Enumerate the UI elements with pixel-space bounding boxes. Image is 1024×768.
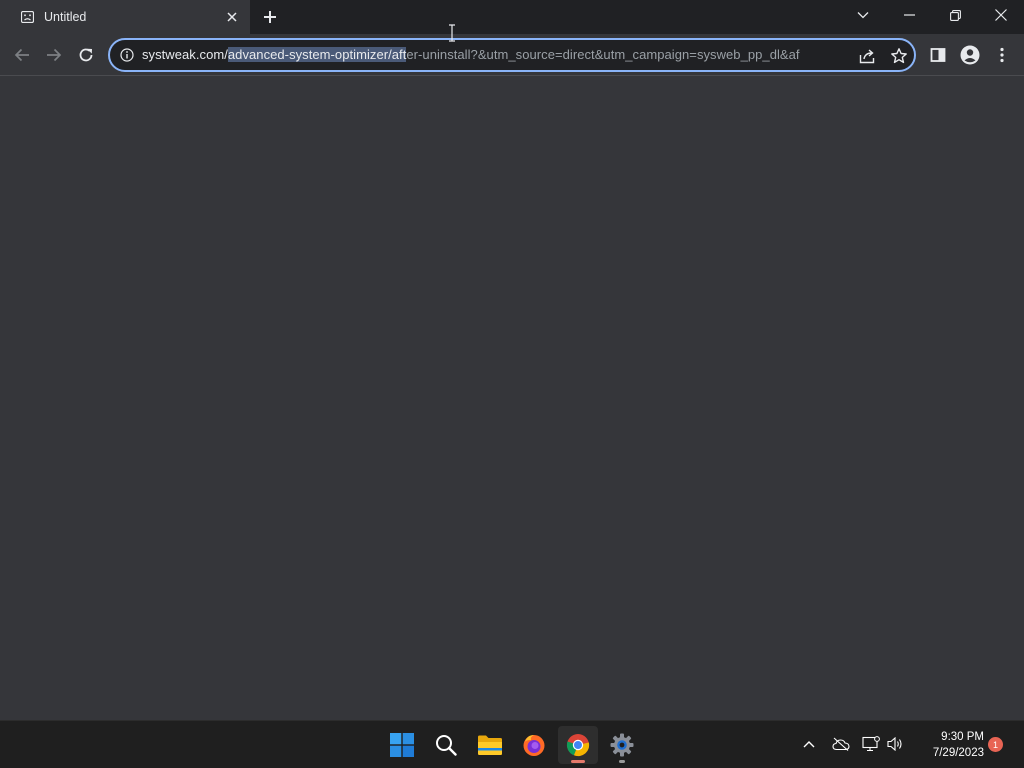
chevron-up-icon: [803, 741, 815, 748]
side-panel-icon: [930, 48, 946, 62]
share-icon[interactable]: [858, 47, 876, 65]
forward-button[interactable]: [40, 41, 68, 69]
minimize-button[interactable]: [886, 0, 932, 30]
text-cursor-icon: [449, 24, 455, 42]
tab-untitled[interactable]: Untitled: [0, 0, 250, 34]
reload-button[interactable]: [72, 41, 100, 69]
minimize-icon: [903, 14, 915, 16]
chrome-button[interactable]: [558, 726, 598, 764]
search-icon: [436, 735, 457, 756]
more-vertical-icon: [1000, 47, 1004, 63]
settings-button[interactable]: [602, 726, 642, 764]
tab-strip: Untitled: [0, 0, 1024, 34]
back-button[interactable]: [8, 41, 36, 69]
restore-icon: [949, 9, 961, 21]
start-button[interactable]: [382, 726, 422, 764]
arrow-left-icon: [14, 48, 29, 62]
running-app-indicator: [619, 760, 625, 763]
close-icon: [995, 9, 1007, 21]
url-selection: advanced-system-optimizer/aft: [227, 47, 407, 62]
taskbar: 9:30 PM 7/29/2023 1: [0, 720, 1024, 768]
url-host: systweak.com/: [142, 47, 228, 62]
folder-icon: [478, 735, 502, 755]
arrow-right-icon: [47, 48, 62, 62]
menu-button[interactable]: [988, 41, 1016, 69]
gear-icon: [610, 733, 634, 757]
onedrive-button[interactable]: [832, 735, 850, 753]
restore-button[interactable]: [932, 0, 978, 30]
address-bar[interactable]: systweak.com/advanced-system-optimizer/a…: [108, 38, 916, 72]
sad-page-icon: [21, 11, 34, 23]
clock-time: 9:30 PM: [941, 731, 984, 743]
cloud-offline-icon: [832, 737, 850, 751]
tab-title: Untitled: [44, 10, 87, 24]
notification-badge[interactable]: 1: [988, 737, 1003, 752]
tab-close-button[interactable]: [224, 9, 240, 25]
file-explorer-button[interactable]: [470, 726, 510, 764]
system-clock[interactable]: 9:30 PM 7/29/2023: [914, 729, 984, 761]
search-button[interactable]: [426, 726, 466, 764]
speaker-icon: [887, 737, 902, 751]
url-text[interactable]: systweak.com/advanced-system-optimizer/a…: [142, 47, 800, 62]
bookmark-star-icon[interactable]: [890, 47, 908, 65]
avatar-icon: [960, 45, 980, 65]
page-content: [0, 77, 1024, 720]
side-panel-button[interactable]: [924, 41, 952, 69]
windows-logo-icon: [390, 733, 414, 757]
volume-button[interactable]: [886, 735, 904, 753]
chevron-down-icon: [857, 12, 869, 19]
active-app-indicator: [571, 760, 585, 763]
show-hidden-icons-button[interactable]: [800, 735, 818, 753]
plus-icon: [264, 11, 276, 23]
firefox-button[interactable]: [514, 726, 554, 764]
site-info-icon[interactable]: [120, 48, 134, 62]
clock-date: 7/29/2023: [932, 747, 984, 759]
url-rest: er-uninstall?&utm_source=direct&utm_camp…: [406, 47, 800, 62]
firefox-icon: [523, 735, 545, 756]
network-icon: [862, 736, 880, 752]
close-icon: [227, 12, 237, 22]
close-window-button[interactable]: [978, 0, 1024, 30]
tab-search-button[interactable]: [840, 0, 886, 30]
network-button[interactable]: [862, 735, 880, 753]
reload-icon: [79, 48, 93, 62]
profile-button[interactable]: [956, 41, 984, 69]
browser-toolbar: systweak.com/advanced-system-optimizer/a…: [0, 34, 1024, 76]
new-tab-button[interactable]: [260, 7, 280, 27]
chrome-icon: [566, 734, 590, 757]
